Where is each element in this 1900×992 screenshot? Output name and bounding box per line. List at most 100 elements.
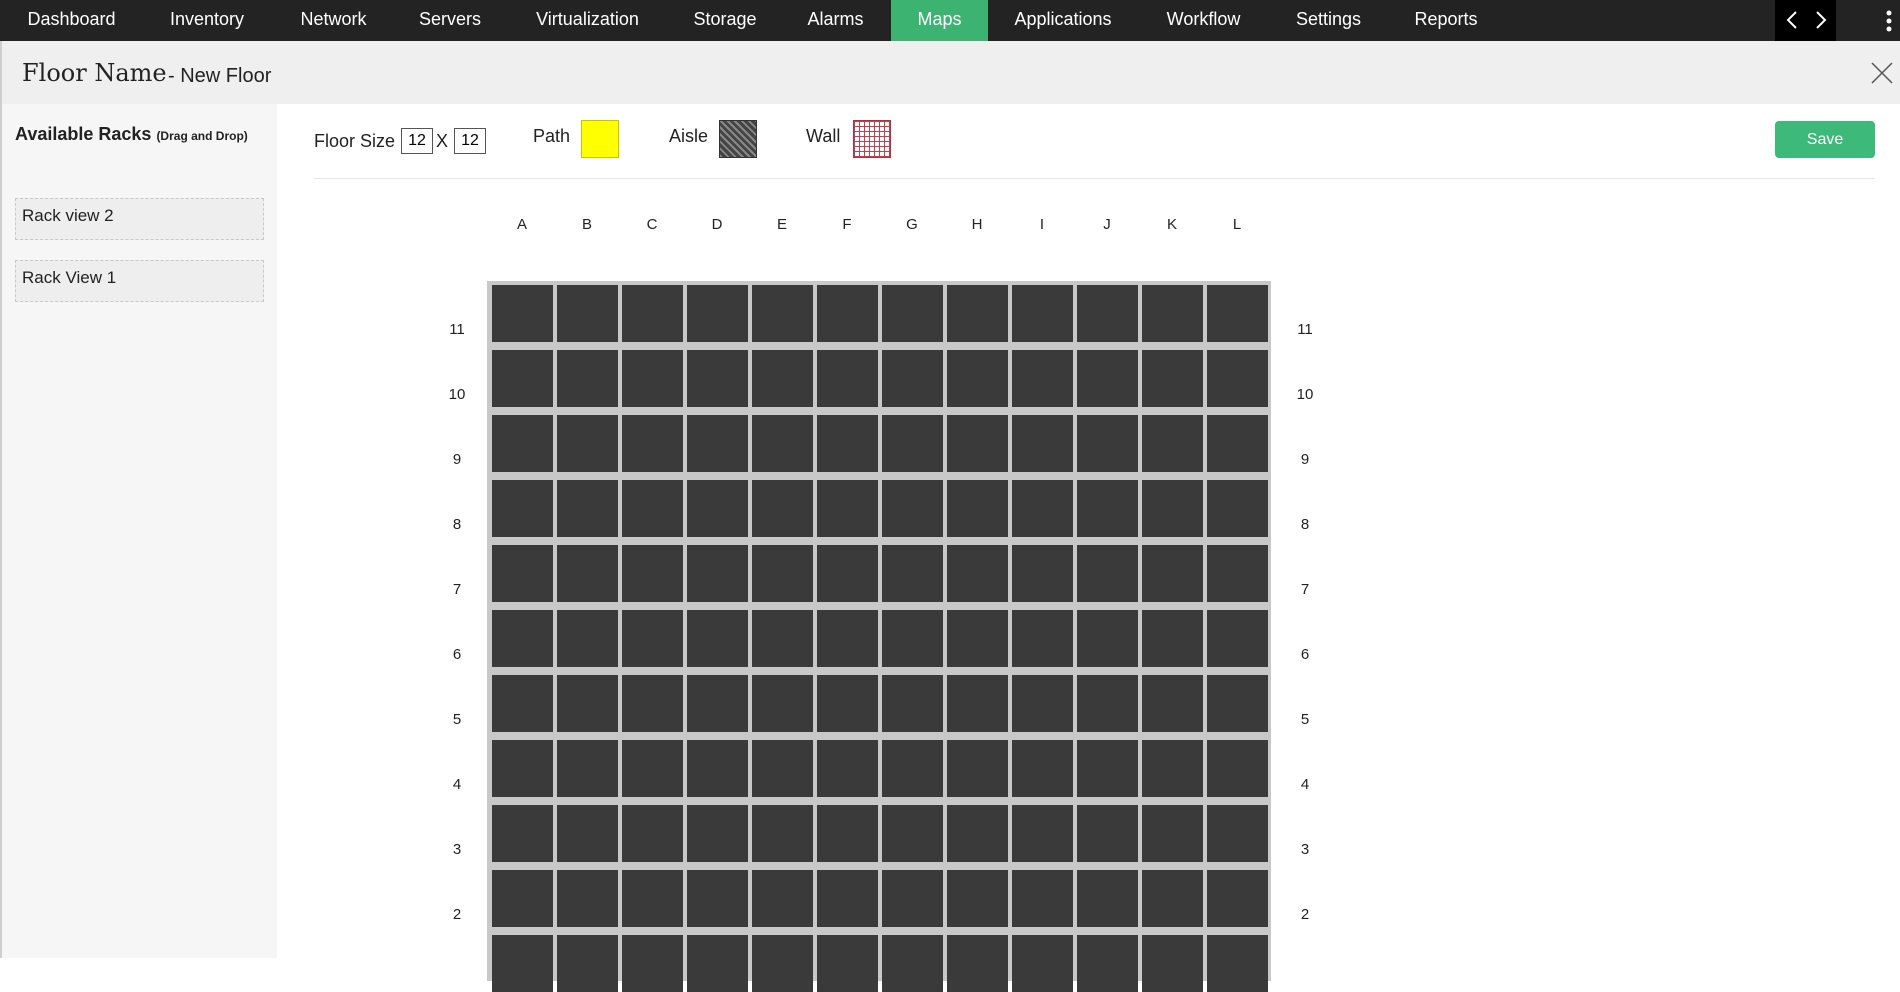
floor-cell[interactable] — [752, 415, 813, 472]
floor-cell[interactable] — [1077, 805, 1138, 862]
floor-cell[interactable] — [687, 285, 748, 342]
floor-cell[interactable] — [817, 350, 878, 407]
floor-cell[interactable] — [752, 870, 813, 927]
floor-cell[interactable] — [557, 285, 618, 342]
floor-cell[interactable] — [557, 350, 618, 407]
nav-tab-maps[interactable]: Maps — [891, 0, 988, 41]
floor-cell[interactable] — [1077, 675, 1138, 732]
floor-cell[interactable] — [947, 480, 1008, 537]
floor-cell[interactable] — [1207, 285, 1268, 342]
floor-cell[interactable] — [1142, 415, 1203, 472]
floor-cell[interactable] — [687, 610, 748, 667]
floor-cell[interactable] — [1077, 545, 1138, 602]
floor-cell[interactable] — [752, 740, 813, 797]
floor-cell[interactable] — [492, 675, 553, 732]
floor-cell[interactable] — [492, 610, 553, 667]
floor-cell[interactable] — [1142, 935, 1203, 992]
floor-cell[interactable] — [1012, 935, 1073, 992]
floor-cell[interactable] — [752, 350, 813, 407]
floor-cell[interactable] — [817, 935, 878, 992]
floor-cell[interactable] — [882, 870, 943, 927]
floor-cell[interactable] — [817, 610, 878, 667]
floor-cell[interactable] — [1142, 545, 1203, 602]
floor-cell[interactable] — [687, 805, 748, 862]
floor-cell[interactable] — [817, 545, 878, 602]
floor-cell[interactable] — [1207, 740, 1268, 797]
floor-cell[interactable] — [1012, 415, 1073, 472]
more-options-icon[interactable] — [1884, 9, 1894, 33]
floor-cell[interactable] — [1207, 480, 1268, 537]
floor-cell[interactable] — [1012, 545, 1073, 602]
floor-cell[interactable] — [557, 870, 618, 927]
floor-cell[interactable] — [882, 480, 943, 537]
floor-cell[interactable] — [687, 675, 748, 732]
floor-cell[interactable] — [882, 805, 943, 862]
floor-cell[interactable] — [687, 545, 748, 602]
nav-tab-servers[interactable]: Servers — [401, 0, 499, 41]
floor-cell[interactable] — [622, 935, 683, 992]
floor-cell[interactable] — [1142, 610, 1203, 667]
floor-cell[interactable] — [752, 610, 813, 667]
floor-cell[interactable] — [1077, 870, 1138, 927]
rack-item[interactable]: Rack view 2 — [15, 198, 264, 240]
floor-cell[interactable] — [1207, 350, 1268, 407]
floor-cell[interactable] — [817, 285, 878, 342]
floor-cell[interactable] — [1012, 480, 1073, 537]
floor-cell[interactable] — [947, 740, 1008, 797]
floor-cell[interactable] — [1142, 480, 1203, 537]
floor-cell[interactable] — [1012, 285, 1073, 342]
floor-cell[interactable] — [1012, 610, 1073, 667]
floor-cell[interactable] — [557, 545, 618, 602]
floor-cell[interactable] — [1012, 350, 1073, 407]
floor-cell[interactable] — [557, 610, 618, 667]
floor-cell[interactable] — [947, 350, 1008, 407]
floor-cell[interactable] — [1207, 935, 1268, 992]
floor-cell[interactable] — [622, 740, 683, 797]
floor-cell[interactable] — [882, 610, 943, 667]
floor-cell[interactable] — [882, 415, 943, 472]
floor-cell[interactable] — [1077, 415, 1138, 472]
floor-cell[interactable] — [817, 480, 878, 537]
floor-cell[interactable] — [1207, 870, 1268, 927]
floor-cell[interactable] — [1207, 610, 1268, 667]
floor-cell[interactable] — [817, 415, 878, 472]
chevron-right-icon[interactable] — [1808, 8, 1832, 32]
floor-cell[interactable] — [882, 675, 943, 732]
floor-cell[interactable] — [622, 285, 683, 342]
floor-cell[interactable] — [752, 805, 813, 862]
floor-cell[interactable] — [1077, 285, 1138, 342]
floor-cell[interactable] — [622, 805, 683, 862]
floor-cell[interactable] — [687, 350, 748, 407]
floor-cell[interactable] — [817, 740, 878, 797]
floor-cell[interactable] — [557, 805, 618, 862]
nav-tab-alarms[interactable]: Alarms — [786, 0, 885, 41]
floor-cell[interactable] — [1207, 545, 1268, 602]
floor-cell[interactable] — [1077, 935, 1138, 992]
floor-cell[interactable] — [492, 480, 553, 537]
floor-cell[interactable] — [687, 740, 748, 797]
floor-cell[interactable] — [817, 870, 878, 927]
nav-tab-workflow[interactable]: Workflow — [1143, 0, 1264, 41]
floor-cell[interactable] — [1012, 805, 1073, 862]
floor-cell[interactable] — [687, 415, 748, 472]
floor-cell[interactable] — [492, 285, 553, 342]
floor-cell[interactable] — [492, 740, 553, 797]
path-swatch[interactable] — [581, 120, 619, 158]
floor-cell[interactable] — [882, 545, 943, 602]
nav-tab-virtualization[interactable]: Virtualization — [515, 0, 660, 41]
floor-cell[interactable] — [622, 350, 683, 407]
floor-cell[interactable] — [752, 285, 813, 342]
nav-tab-storage[interactable]: Storage — [676, 0, 774, 41]
floor-cell[interactable] — [1077, 480, 1138, 537]
floor-cell[interactable] — [622, 545, 683, 602]
floor-cell[interactable] — [752, 675, 813, 732]
floor-cell[interactable] — [752, 935, 813, 992]
floor-cell[interactable] — [947, 610, 1008, 667]
floor-cell[interactable] — [687, 870, 748, 927]
floor-cell[interactable] — [557, 675, 618, 732]
floor-cell[interactable] — [752, 545, 813, 602]
floor-cell[interactable] — [1142, 350, 1203, 407]
floor-cell[interactable] — [882, 740, 943, 797]
floor-cell[interactable] — [1077, 350, 1138, 407]
floor-cell[interactable] — [1142, 675, 1203, 732]
